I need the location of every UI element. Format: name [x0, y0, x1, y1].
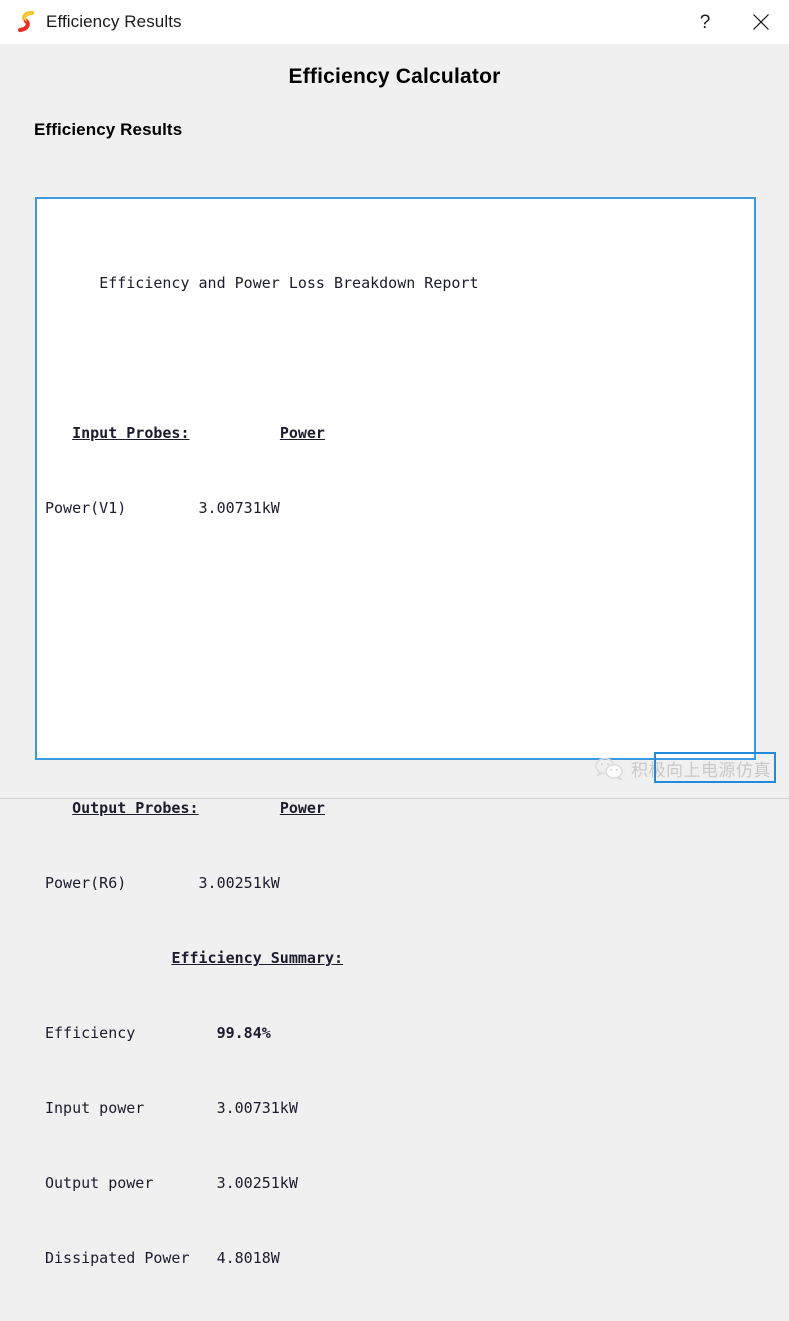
close-icon: [752, 13, 770, 31]
efficiency-report-panel[interactable]: Efficiency and Power Loss Breakdown Repo…: [35, 197, 756, 1267]
page-title: Efficiency Calculator: [288, 65, 501, 88]
input-probe-value: 3.00731kW: [198, 499, 280, 517]
section-label-efficiency-results: Efficiency Results: [34, 120, 183, 139]
summary-label-input-power: Input power: [45, 1099, 145, 1117]
output-probe-label: Power(R6): [45, 874, 127, 892]
efficiency-summary-header: Efficiency Summary:: [171, 949, 344, 967]
window-content: Efficiency Calculator Efficiency Results…: [0, 44, 789, 1267]
efficiency-summary-header-line: Efficiency Summary:: [45, 946, 754, 971]
watermark: 积极向上电源仿真: [594, 752, 776, 783]
summary-value-dissipated-power: 4.8018W: [216, 1249, 280, 1267]
output-probes-power-header: Power: [279, 799, 325, 817]
summary-label-efficiency: Efficiency: [45, 1024, 136, 1042]
input-probes-power-header: Power: [279, 424, 325, 442]
question-mark-icon: ?: [699, 11, 711, 33]
summary-row-dissipated-power: Dissipated Power 4.8018W: [45, 1246, 754, 1271]
titlebar-button-group: ?: [677, 0, 789, 44]
output-probes-header: Output Probes:: [72, 799, 199, 817]
summary-value-efficiency: 99.84%: [216, 1024, 271, 1042]
output-probe-row: Power(R6) 3.00251kW: [45, 871, 754, 896]
report-blank-line-3: [45, 646, 754, 671]
help-button[interactable]: ?: [677, 0, 733, 44]
watermark-inner: 积极向上电源仿真: [594, 752, 776, 783]
input-probe-row: Power(V1) 3.00731kW: [45, 496, 754, 521]
watermark-text: 积极向上电源仿真: [631, 761, 771, 781]
input-probes-header: Input Probes:: [72, 424, 190, 442]
summary-label-output-power: Output power: [45, 1174, 154, 1192]
output-probe-value: 3.00251kW: [198, 874, 280, 892]
report-blank-line-2: [45, 571, 754, 596]
report-blank-line-4: [45, 721, 754, 746]
summary-value-output-power: 3.00251kW: [216, 1174, 298, 1192]
summary-row-efficiency: Efficiency 99.84%: [45, 1021, 754, 1046]
wechat-icon: [594, 757, 624, 781]
close-button[interactable]: [733, 0, 789, 44]
summary-row-output-power: Output power 3.00251kW: [45, 1171, 754, 1196]
summary-label-dissipated-power: Dissipated Power: [45, 1249, 190, 1267]
summary-value-input-power: 3.00731kW: [216, 1099, 298, 1117]
window-title: Efficiency Results: [46, 12, 182, 31]
window-titlebar: Efficiency Results ?: [0, 0, 789, 44]
report-title-line: Efficiency and Power Loss Breakdown Repo…: [45, 271, 754, 296]
report-title: Efficiency and Power Loss Breakdown Repo…: [99, 274, 479, 292]
report-blank-line: [45, 346, 754, 371]
input-probes-header-line: Input Probes: Power: [45, 421, 754, 446]
output-probes-header-line: Output Probes: Power: [45, 796, 754, 821]
summary-row-input-power: Input power 3.00731kW: [45, 1096, 754, 1121]
input-probe-label: Power(V1): [45, 499, 127, 517]
simetrix-s-logo-icon: [12, 9, 38, 35]
